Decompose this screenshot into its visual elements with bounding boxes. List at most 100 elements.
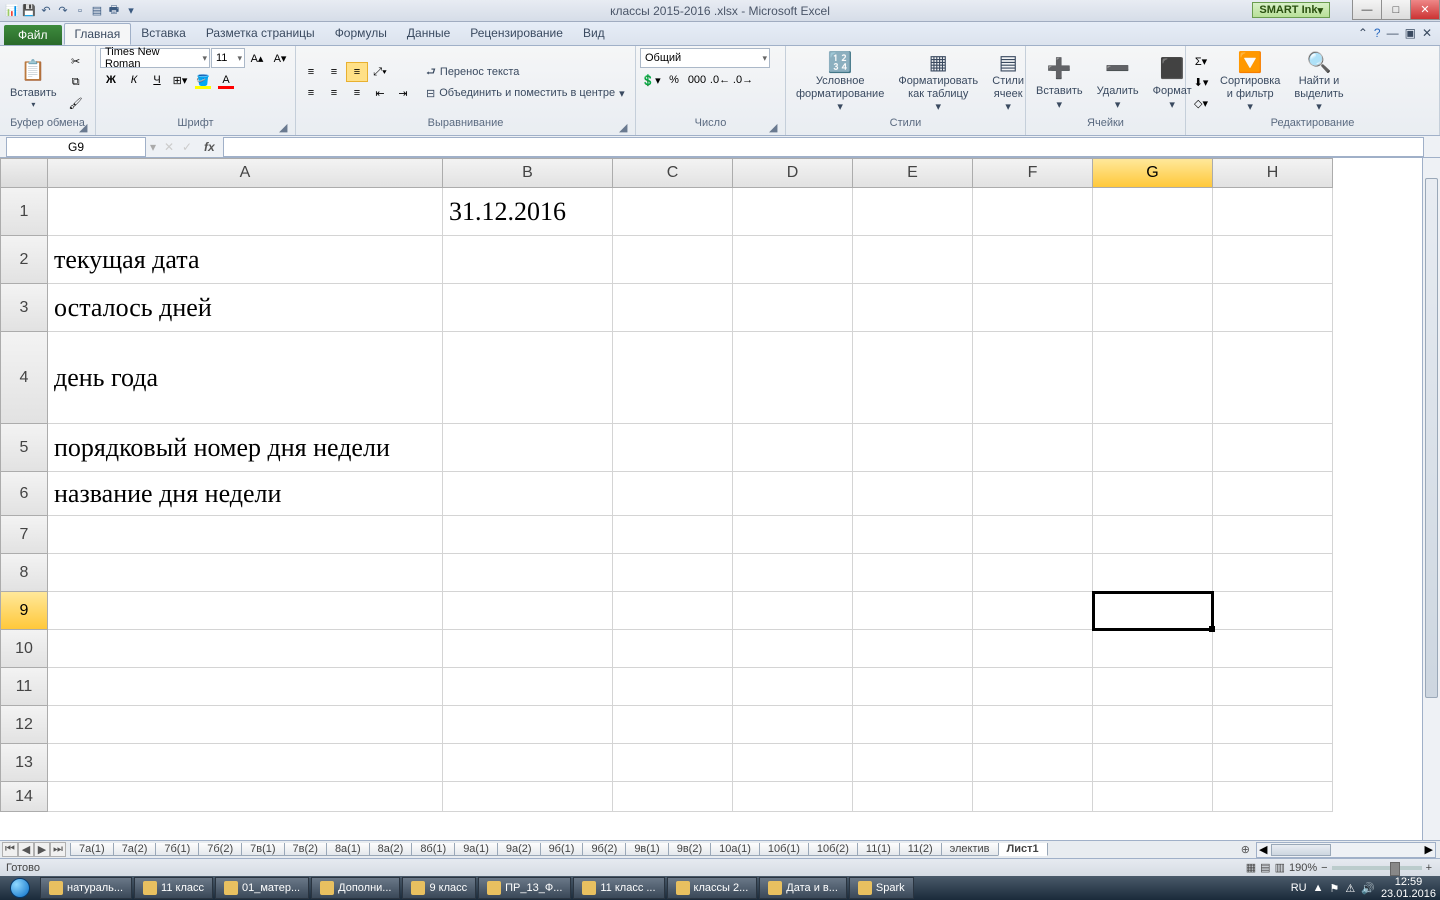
sheet-tab[interactable]: электив (941, 843, 999, 856)
select-all-corner[interactable] (0, 158, 48, 188)
close-button[interactable]: ✕ (1410, 0, 1440, 20)
insert-cells-button[interactable]: ➕Вставить▾ (1030, 49, 1089, 117)
tab-главная[interactable]: Главная (64, 23, 132, 45)
fx-icon[interactable]: fx (204, 140, 215, 154)
enter-formula-icon[interactable]: ✓ (178, 140, 196, 154)
column-header[interactable]: A (48, 158, 443, 188)
cell-B9[interactable] (443, 592, 613, 630)
indent-inc-icon[interactable]: ⇥ (392, 83, 414, 103)
sheet-tab[interactable]: 7в(2) (284, 843, 327, 856)
worksheet-grid[interactable]: ABCDEFGH131.12.20162текущая дата3осталос… (0, 158, 1440, 840)
cell-A6[interactable]: название дня недели (48, 472, 443, 516)
sheet-tab[interactable]: 11(2) (899, 843, 942, 856)
row-header[interactable]: 5 (0, 424, 48, 472)
tab-вставка[interactable]: Вставка (131, 23, 196, 45)
paste-button[interactable]: 📋 Вставить▾ (4, 49, 63, 117)
cell-A12[interactable] (48, 706, 443, 744)
sheet-tab[interactable]: 9в(2) (668, 843, 711, 856)
cell-C5[interactable] (613, 424, 733, 472)
sheet-tab[interactable]: 10а(1) (710, 843, 760, 856)
cell-E9[interactable] (853, 592, 973, 630)
column-header[interactable]: D (733, 158, 853, 188)
sheet-tab[interactable]: 11(1) (857, 843, 900, 856)
view-normal-icon[interactable]: ▦ (1246, 861, 1256, 874)
cell-H7[interactable] (1213, 516, 1333, 554)
row-header[interactable]: 4 (0, 332, 48, 424)
dec-decimal-icon[interactable]: .0→ (732, 70, 754, 90)
open-icon[interactable]: ▤ (89, 3, 105, 19)
cell-D13[interactable] (733, 744, 853, 782)
number-launcher-icon[interactable]: ◢ (769, 121, 783, 135)
start-button[interactable] (0, 876, 40, 900)
align-center-icon[interactable]: ≡ (323, 83, 345, 103)
cell-C1[interactable] (613, 188, 733, 236)
cell-G1[interactable] (1093, 188, 1213, 236)
cell-C7[interactable] (613, 516, 733, 554)
cell-C11[interactable] (613, 668, 733, 706)
vertical-scrollbar[interactable] (1422, 158, 1440, 840)
font-color-icon[interactable]: A (215, 70, 237, 90)
minimize-button[interactable]: — (1352, 0, 1382, 20)
row-header[interactable]: 6 (0, 472, 48, 516)
cell-A5[interactable]: порядковый номер дня недели (48, 424, 443, 472)
sheet-tab[interactable]: 7б(2) (198, 843, 242, 856)
cell-E4[interactable] (853, 332, 973, 424)
tab-разметка страницы[interactable]: Разметка страницы (196, 23, 325, 45)
redo-icon[interactable]: ↷ (55, 3, 71, 19)
cell-F10[interactable] (973, 630, 1093, 668)
cell-G8[interactable] (1093, 554, 1213, 592)
currency-icon[interactable]: 💲▾ (640, 70, 662, 90)
tab-рецензирование[interactable]: Рецензирование (460, 23, 573, 45)
cell-G12[interactable] (1093, 706, 1213, 744)
taskbar-item[interactable]: Дополни... (311, 877, 400, 899)
sheet-prev-icon[interactable]: ◀ (18, 842, 34, 857)
cell-D14[interactable] (733, 782, 853, 812)
align-top-icon[interactable]: ≡ (300, 62, 322, 82)
italic-button[interactable]: К (123, 70, 145, 90)
row-header[interactable]: 14 (0, 782, 48, 812)
cell-B5[interactable] (443, 424, 613, 472)
row-header[interactable]: 12 (0, 706, 48, 744)
shrink-font-icon[interactable]: A▾ (269, 48, 291, 68)
cell-C4[interactable] (613, 332, 733, 424)
cell-E11[interactable] (853, 668, 973, 706)
cell-D3[interactable] (733, 284, 853, 332)
cell-G2[interactable] (1093, 236, 1213, 284)
view-layout-icon[interactable]: ▤ (1260, 861, 1270, 874)
merge-center-button[interactable]: ⊟Объединить и поместить в центре ▾ (424, 83, 627, 103)
column-header[interactable]: B (443, 158, 613, 188)
cell-A8[interactable] (48, 554, 443, 592)
cell-A10[interactable] (48, 630, 443, 668)
find-select-button[interactable]: 🔍Найти и выделить▾ (1288, 49, 1349, 117)
taskbar-item[interactable]: 11 класс ... (573, 877, 664, 899)
cell-E12[interactable] (853, 706, 973, 744)
indent-dec-icon[interactable]: ⇤ (369, 83, 391, 103)
cell-H5[interactable] (1213, 424, 1333, 472)
cell-B4[interactable] (443, 332, 613, 424)
cell-A11[interactable] (48, 668, 443, 706)
tray-lang[interactable]: RU (1291, 882, 1307, 894)
doc-min-icon[interactable]: — (1387, 26, 1399, 40)
cell-D11[interactable] (733, 668, 853, 706)
format-painter-icon[interactable]: 🖌 (65, 94, 87, 114)
cell-D10[interactable] (733, 630, 853, 668)
cell-B2[interactable] (443, 236, 613, 284)
cell-C12[interactable] (613, 706, 733, 744)
cell-H2[interactable] (1213, 236, 1333, 284)
cell-F11[interactable] (973, 668, 1093, 706)
cell-G13[interactable] (1093, 744, 1213, 782)
bold-button[interactable]: Ж (100, 70, 122, 90)
column-header[interactable]: H (1213, 158, 1333, 188)
cell-F3[interactable] (973, 284, 1093, 332)
cell-A7[interactable] (48, 516, 443, 554)
cell-styles-button[interactable]: ▤Стили ячеек▾ (986, 49, 1030, 117)
cell-B11[interactable] (443, 668, 613, 706)
cell-F1[interactable] (973, 188, 1093, 236)
cell-B12[interactable] (443, 706, 613, 744)
sheet-tab[interactable]: Лист1 (998, 843, 1048, 856)
print-icon[interactable]: 🖶 (106, 3, 122, 19)
cell-A4[interactable]: день года (48, 332, 443, 424)
new-sheet-icon[interactable]: ⊕ (1235, 843, 1256, 856)
zoom-in-icon[interactable]: + (1426, 862, 1432, 874)
align-middle-icon[interactable]: ≡ (323, 62, 345, 82)
